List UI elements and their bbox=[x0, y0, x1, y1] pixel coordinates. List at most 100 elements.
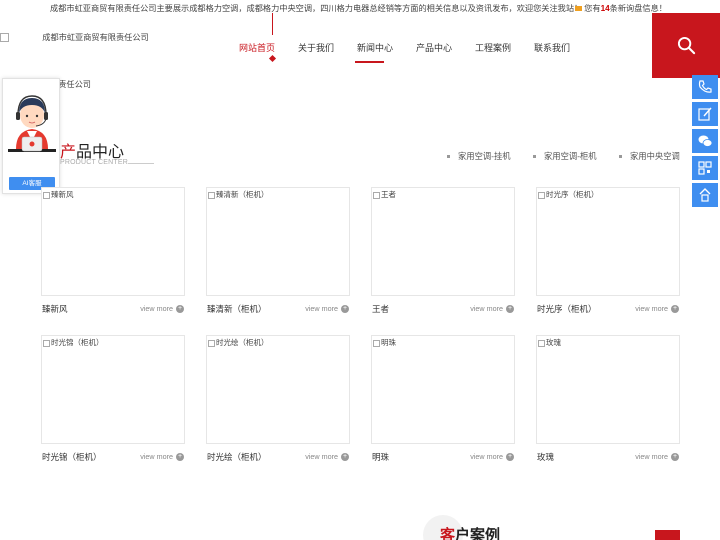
view-more-label: view more bbox=[140, 452, 173, 461]
product-name[interactable]: 时光锦（柜机） bbox=[42, 451, 102, 463]
phone-icon bbox=[698, 80, 712, 93]
alt-text: 明珠 bbox=[381, 338, 396, 347]
product-image[interactable]: 臻清新（柜机） bbox=[206, 187, 350, 296]
view-more-label: view more bbox=[635, 452, 668, 461]
alt-text: 玫瑰 bbox=[546, 338, 561, 347]
view-more-label: view more bbox=[305, 452, 338, 461]
title-first-char: 客 bbox=[440, 527, 456, 540]
nav-label: 新闻中心 bbox=[357, 43, 394, 53]
message-button[interactable] bbox=[692, 102, 718, 126]
view-more-label: view more bbox=[470, 304, 503, 313]
product-name[interactable]: 玫瑰 bbox=[537, 451, 554, 463]
view-more-link[interactable]: view more + bbox=[140, 304, 184, 314]
view-more-label: view more bbox=[635, 304, 668, 313]
broken-image-icon bbox=[373, 339, 380, 347]
view-more-link[interactable]: view more + bbox=[470, 304, 514, 314]
product-image[interactable]: 臻新风 bbox=[41, 187, 185, 296]
nav-label: 产品中心 bbox=[416, 43, 453, 53]
product-image[interactable]: 王者 bbox=[371, 187, 515, 296]
inquiry-pre: 您有 bbox=[584, 4, 601, 13]
broken-image-icon bbox=[538, 191, 545, 199]
product-name[interactable]: 臻清新（柜机） bbox=[207, 303, 267, 315]
plus-icon: + bbox=[176, 453, 184, 462]
inquiry-count: 14 bbox=[600, 4, 610, 13]
ai-assistant-widget[interactable]: AI客服 bbox=[2, 78, 60, 194]
image-alt: 玫瑰 bbox=[538, 337, 561, 348]
edit-icon bbox=[698, 107, 712, 121]
broken-image-icon bbox=[43, 339, 50, 347]
phone-button[interactable] bbox=[692, 75, 718, 99]
broken-image-icon bbox=[43, 191, 50, 199]
view-more-label: view more bbox=[470, 452, 503, 461]
broken-image-icon bbox=[208, 191, 215, 199]
image-alt: 臻新风 bbox=[43, 189, 74, 200]
product-image[interactable]: 明珠 bbox=[371, 335, 515, 444]
plus-icon: + bbox=[671, 305, 679, 314]
product-image[interactable]: 玫瑰 bbox=[536, 335, 680, 444]
search-button[interactable] bbox=[652, 13, 720, 78]
image-alt: 时光锦（柜机） bbox=[43, 337, 104, 348]
active-indicator-line bbox=[272, 13, 273, 35]
inquiry-post: 条新询盘信息！ bbox=[609, 4, 667, 13]
category-label: 家用中央空调 bbox=[630, 151, 680, 161]
product-name[interactable]: 时光绘（柜机） bbox=[207, 451, 267, 463]
category-tab-cabinet[interactable]: 家用空调-柜机 bbox=[533, 150, 597, 162]
active-diamond-icon bbox=[268, 54, 277, 63]
category-label: 家用空调-挂机 bbox=[458, 151, 511, 161]
plus-icon: + bbox=[671, 453, 679, 462]
product-image[interactable]: 时光序（柜机） bbox=[536, 187, 680, 296]
wechat-icon bbox=[698, 135, 713, 147]
image-alt: 臻清新（柜机） bbox=[208, 189, 269, 200]
bullet-icon bbox=[533, 155, 536, 159]
plus-icon: + bbox=[176, 305, 184, 314]
image-alt: 时光序（柜机） bbox=[538, 189, 599, 200]
plus-icon: + bbox=[341, 453, 349, 462]
arrow-up-icon bbox=[699, 188, 711, 202]
product-name[interactable]: 王者 bbox=[372, 303, 389, 315]
broken-image-icon bbox=[208, 339, 215, 347]
nav-label: 网站首页 bbox=[239, 43, 276, 53]
plus-icon: + bbox=[506, 453, 514, 462]
search-icon bbox=[677, 36, 696, 55]
product-name[interactable]: 明珠 bbox=[372, 451, 389, 463]
back-to-top-button[interactable] bbox=[692, 183, 718, 207]
product-name[interactable]: 臻新风 bbox=[42, 303, 68, 315]
site-intro-text: 成都市虹亚商贸有限责任公司主要展示成都格力空调，成都格力中央空调，四川格力电器总… bbox=[50, 4, 583, 13]
alt-text: 时光绘（柜机） bbox=[216, 338, 269, 347]
view-more-link[interactable]: view more + bbox=[470, 452, 514, 462]
category-tab-central[interactable]: 家用中央空调 bbox=[619, 150, 680, 162]
view-more-link[interactable]: view more + bbox=[635, 304, 679, 314]
divider bbox=[128, 163, 154, 164]
mail-icon bbox=[575, 6, 583, 12]
qrcode-icon bbox=[698, 161, 712, 175]
alt-text: 时光序（柜机） bbox=[546, 190, 599, 199]
plus-icon: + bbox=[341, 305, 349, 314]
nav-label: 关于我们 bbox=[298, 43, 335, 53]
broken-image-icon bbox=[538, 339, 545, 347]
bullet-icon bbox=[619, 155, 622, 159]
cases-title: 客户案例 bbox=[440, 524, 500, 540]
plus-icon: + bbox=[506, 305, 514, 314]
product-name[interactable]: 时光序（柜机） bbox=[537, 303, 597, 315]
view-more-label: view more bbox=[305, 304, 338, 313]
alt-text: 时光锦（柜机） bbox=[51, 338, 104, 347]
nav-label: 联系我们 bbox=[534, 43, 571, 53]
category-label: 家用空调-柜机 bbox=[544, 151, 597, 161]
view-more-link[interactable]: view more + bbox=[140, 452, 184, 462]
image-alt: 明珠 bbox=[373, 337, 396, 348]
site-logo[interactable]: 成都市虹亚商贸有限责任公司 bbox=[0, 31, 149, 43]
alt-text: 王者 bbox=[381, 190, 396, 199]
bullet-icon bbox=[447, 155, 450, 159]
cases-more-button[interactable] bbox=[655, 530, 680, 540]
view-more-link[interactable]: view more + bbox=[305, 304, 349, 314]
product-image[interactable]: 时光锦（柜机） bbox=[41, 335, 185, 444]
broken-image-icon bbox=[373, 191, 380, 199]
nav-label: 工程案例 bbox=[475, 43, 512, 53]
view-more-link[interactable]: view more + bbox=[635, 452, 679, 462]
category-tab-wall-unit[interactable]: 家用空调-挂机 bbox=[447, 150, 511, 162]
image-alt: 时光绘（柜机） bbox=[208, 337, 269, 348]
view-more-label: view more bbox=[140, 304, 173, 313]
view-more-link[interactable]: view more + bbox=[305, 452, 349, 462]
broken-image-icon bbox=[0, 33, 9, 43]
product-image[interactable]: 时光绘（柜机） bbox=[206, 335, 350, 444]
